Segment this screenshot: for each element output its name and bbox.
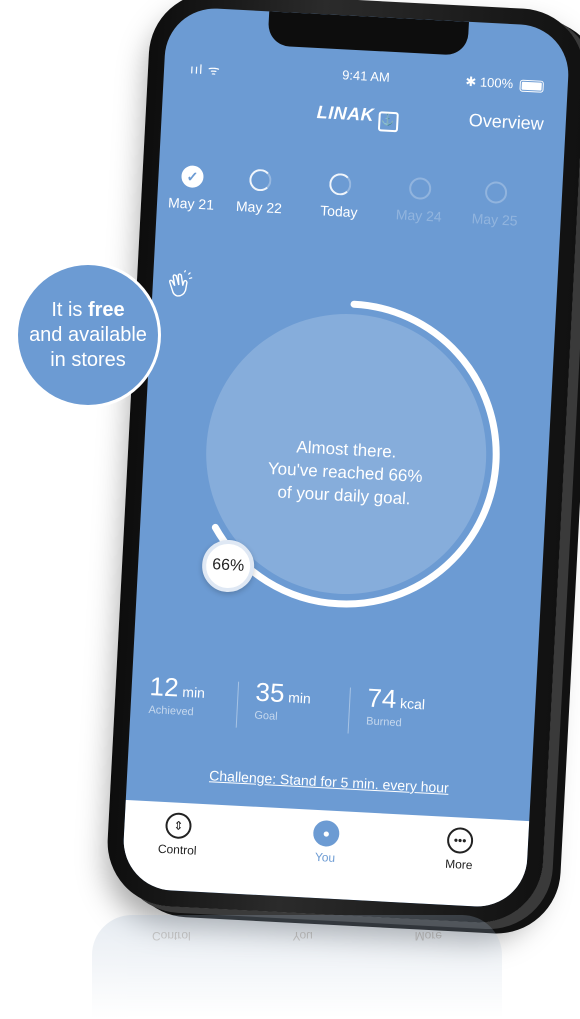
- tab-control[interactable]: ⇕ Control: [137, 811, 219, 859]
- logo-mark-icon: ⚓: [377, 111, 399, 133]
- reflection-label: You: [292, 929, 313, 943]
- clapping-hands-icon: [169, 270, 193, 297]
- promo-badge: It is free and available in stores: [18, 265, 158, 405]
- daily-goal-ring: Almost there. You've reached 66% of your…: [161, 269, 531, 639]
- promo-line-2: and available: [29, 323, 147, 346]
- stat-value: 12: [148, 671, 180, 703]
- battery-label: ✱ 100%: [465, 73, 514, 92]
- stat-unit: kcal: [399, 695, 426, 713]
- promo-prefix: It is: [51, 298, 88, 321]
- tab-more[interactable]: ••• More: [419, 825, 501, 873]
- promo-line-3: in stores: [50, 348, 126, 371]
- nav-bar: LINAK ⚓ Overview: [161, 94, 566, 145]
- stat-unit: min: [287, 689, 312, 707]
- day-may-22[interactable]: May 22: [229, 168, 291, 217]
- empty-ring-icon: [408, 176, 432, 201]
- reflection-tabs: Control You More: [152, 929, 442, 943]
- empty-ring-icon: [484, 180, 508, 205]
- stat-burned: 74 kcal Burned: [366, 682, 468, 732]
- day-label: Today: [319, 202, 358, 221]
- day-label: May 21: [167, 194, 215, 213]
- stat-goal: 35 min Goal: [254, 677, 356, 727]
- checkmark-icon: ✓: [180, 165, 205, 189]
- stats-row: 12 min Achieved 35 min Goal 74 kcal Burned: [129, 670, 536, 751]
- more-icon: •••: [446, 826, 474, 855]
- stat-unit: min: [182, 683, 206, 701]
- challenge-link[interactable]: Challenge: Stand for 5 min. every hour: [127, 763, 531, 800]
- stat-value: 35: [254, 676, 286, 709]
- day-selector: ✓ May 21 May 22 Today May 24 May 25: [156, 164, 563, 245]
- up-down-icon: ⇕: [164, 812, 193, 840]
- tab-you[interactable]: ● You: [285, 818, 367, 866]
- reflection-label: More: [414, 929, 442, 943]
- promo-bold: free: [87, 298, 125, 321]
- day-may-21[interactable]: ✓ May 21: [161, 164, 223, 213]
- phone-reflection: Control You More: [92, 915, 502, 1019]
- tab-label: More: [444, 856, 473, 873]
- progress-ring-icon: [248, 168, 272, 192]
- day-today[interactable]: Today: [308, 172, 370, 221]
- overview-link[interactable]: Overview: [468, 110, 544, 135]
- phone-mockup: ııl ᯤ 9:41 AM ✱ 100% LINAK ⚓ Overview ✓ M…: [104, 0, 580, 926]
- stat-achieved: 12 min Achieved: [148, 671, 250, 721]
- promo-line-1: It is free: [18, 298, 158, 323]
- linak-logo: LINAK ⚓: [316, 102, 399, 133]
- app-screen: ııl ᯤ 9:41 AM ✱ 100% LINAK ⚓ Overview ✓ M…: [121, 6, 571, 909]
- stat-label: Achieved: [148, 704, 195, 719]
- day-may-24: May 24: [388, 176, 450, 225]
- reflection-label: Control: [152, 929, 191, 943]
- day-label: May 24: [395, 206, 443, 225]
- status-bar: ııl ᯤ 9:41 AM ✱ 100%: [164, 56, 568, 97]
- stat-label: Goal: [254, 709, 278, 723]
- day-label: May 25: [471, 210, 519, 229]
- status-time: 9:41 AM: [341, 67, 391, 85]
- tab-label: Control: [157, 841, 197, 858]
- progress-ring-icon: [328, 172, 352, 196]
- tab-label: You: [314, 849, 336, 865]
- day-label: May 22: [235, 197, 283, 217]
- day-may-25: May 25: [464, 180, 526, 229]
- stat-value: 74: [366, 682, 398, 714]
- battery-icon: [519, 79, 545, 93]
- stat-label: Burned: [365, 715, 402, 730]
- battery-status: ✱ 100%: [465, 73, 545, 94]
- person-icon: ●: [312, 819, 340, 848]
- signal-wifi-icon: ııl ᯤ: [189, 61, 222, 78]
- logo-text: LINAK: [316, 102, 375, 125]
